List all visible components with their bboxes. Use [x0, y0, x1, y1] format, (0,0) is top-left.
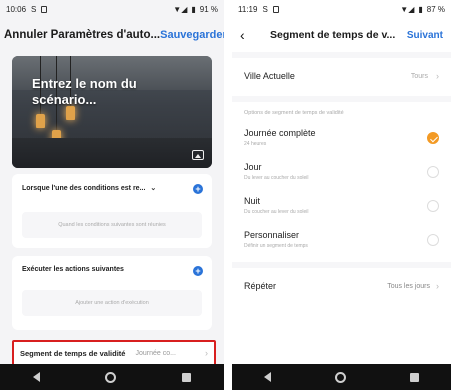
city-value: Tours — [410, 72, 428, 80]
chevron-right-icon: › — [436, 281, 439, 291]
battery-icon: ▮ — [191, 4, 196, 14]
radio-checked-icon[interactable] — [427, 132, 439, 144]
scene-name-input[interactable]: Entrez le nom du scénario... — [32, 76, 192, 108]
status-time: 11:19 — [238, 4, 258, 14]
image-edit-icon[interactable] — [192, 150, 204, 160]
add-action-button[interactable]: + — [193, 266, 203, 276]
lamp-shape — [36, 114, 45, 128]
actions-card: Exécuter les actions suivantes + Ajouter… — [12, 256, 212, 330]
conditions-title-text: Lorsque l'une des conditions est re... — [22, 185, 146, 192]
actions-title: Exécuter les actions suivantes — [22, 266, 124, 273]
divider — [232, 96, 451, 102]
notification-icon — [41, 5, 48, 13]
battery-icon: ▮ — [418, 4, 423, 14]
option-full-day[interactable]: Journée complète 24 heures — [232, 124, 451, 154]
home-nav-icon[interactable] — [105, 371, 117, 383]
option-sub: 24 heures — [244, 141, 267, 147]
option-custom[interactable]: Personnaliser Définir un segment de temp… — [232, 226, 451, 256]
page-title[interactable]: Annuler Paramètres d'auto... — [4, 29, 160, 41]
top-bar: Annuler Paramètres d'auto... Sauvegarder — [4, 24, 224, 46]
chevron-right-icon: › — [436, 71, 439, 81]
validity-segment-row[interactable]: Segment de temps de validité Journée co.… — [12, 340, 216, 366]
current-city-row[interactable]: Ville Actuelle Tours › — [232, 62, 451, 90]
chevron-right-icon: › — [205, 348, 208, 358]
battery-level: 87 % — [426, 4, 445, 14]
back-arrow-icon[interactable]: ‹ — [240, 27, 254, 43]
left-phone-screen: 10:06 S ▼◢ ▮ 91 % Annuler Paramètres d'a… — [0, 0, 224, 390]
segment-value: Journée co... — [135, 349, 176, 357]
next-button[interactable]: Suivant — [407, 30, 443, 41]
option-sub: Du coucher au lever du soleil — [244, 209, 309, 215]
battery-level: 91 % — [199, 4, 218, 14]
option-night[interactable]: Nuit Du coucher au lever du soleil — [232, 192, 451, 222]
conditions-card: Lorsque l'une des conditions est re... ⌄… — [12, 174, 212, 248]
section-header: Options de segment de temps de validité — [244, 110, 344, 116]
radio-unchecked-icon[interactable] — [427, 166, 439, 178]
notification-icon — [272, 5, 279, 13]
page-title: Segment de temps de v... — [270, 29, 396, 41]
status-bar: 11:19 S ▼◢ ▮ 87 % — [232, 0, 451, 18]
back-nav-icon[interactable] — [32, 372, 40, 382]
lamp-shape — [66, 106, 75, 120]
add-action-area[interactable]: Ajouter une action d'exécution — [22, 290, 202, 316]
add-condition-button[interactable]: + — [193, 184, 203, 194]
shelf-shape — [12, 138, 212, 168]
scene-cover-image[interactable]: Entrez le nom du scénario... — [12, 56, 212, 168]
status-bar: 10:06 S ▼◢ ▮ 91 % — [0, 0, 224, 18]
s-icon: S — [262, 4, 268, 14]
option-label: Personnaliser — [244, 230, 300, 240]
chevron-down-icon[interactable]: ⌄ — [150, 184, 156, 192]
status-time: 10:06 — [6, 4, 27, 14]
option-sub: Du lever au coucher du soleil — [244, 175, 309, 181]
system-nav-bar — [232, 364, 451, 390]
radio-unchecked-icon[interactable] — [427, 234, 439, 246]
signal-icon: ▼◢ — [400, 4, 415, 14]
segment-label: Segment de temps de validité — [20, 348, 126, 358]
option-sub: Définir un segment de temps — [244, 243, 308, 249]
s-icon: S — [31, 4, 37, 14]
conditions-title[interactable]: Lorsque l'une des conditions est re... ⌄ — [22, 184, 156, 192]
right-phone-screen: 11:19 S ▼◢ ▮ 87 % ‹ Segment de temps de … — [232, 0, 451, 390]
add-condition-area[interactable]: Quand les conditions suivantes sont réun… — [22, 212, 202, 238]
divider — [232, 262, 451, 268]
option-label: Nuit — [244, 196, 261, 206]
city-label: Ville Actuelle — [244, 71, 295, 81]
top-bar: ‹ Segment de temps de v... Suivant — [232, 22, 451, 48]
back-nav-icon[interactable] — [264, 372, 271, 382]
save-button[interactable]: Sauvegarder — [160, 29, 224, 41]
option-day[interactable]: Jour Du lever au coucher du soleil — [232, 158, 451, 188]
system-nav-bar — [0, 364, 224, 390]
option-label: Journée complète — [244, 128, 316, 138]
recents-nav-icon[interactable] — [182, 372, 192, 382]
home-nav-icon[interactable] — [335, 371, 346, 383]
divider — [232, 52, 451, 58]
option-label: Jour — [244, 162, 262, 172]
recents-nav-icon[interactable] — [410, 372, 419, 382]
radio-unchecked-icon[interactable] — [427, 200, 439, 212]
repeat-value: Tous les jours — [387, 282, 430, 290]
repeat-label: Répéter — [244, 281, 277, 291]
signal-icon: ▼◢ — [173, 4, 188, 14]
repeat-row[interactable]: Répéter Tous les jours › — [232, 272, 451, 300]
